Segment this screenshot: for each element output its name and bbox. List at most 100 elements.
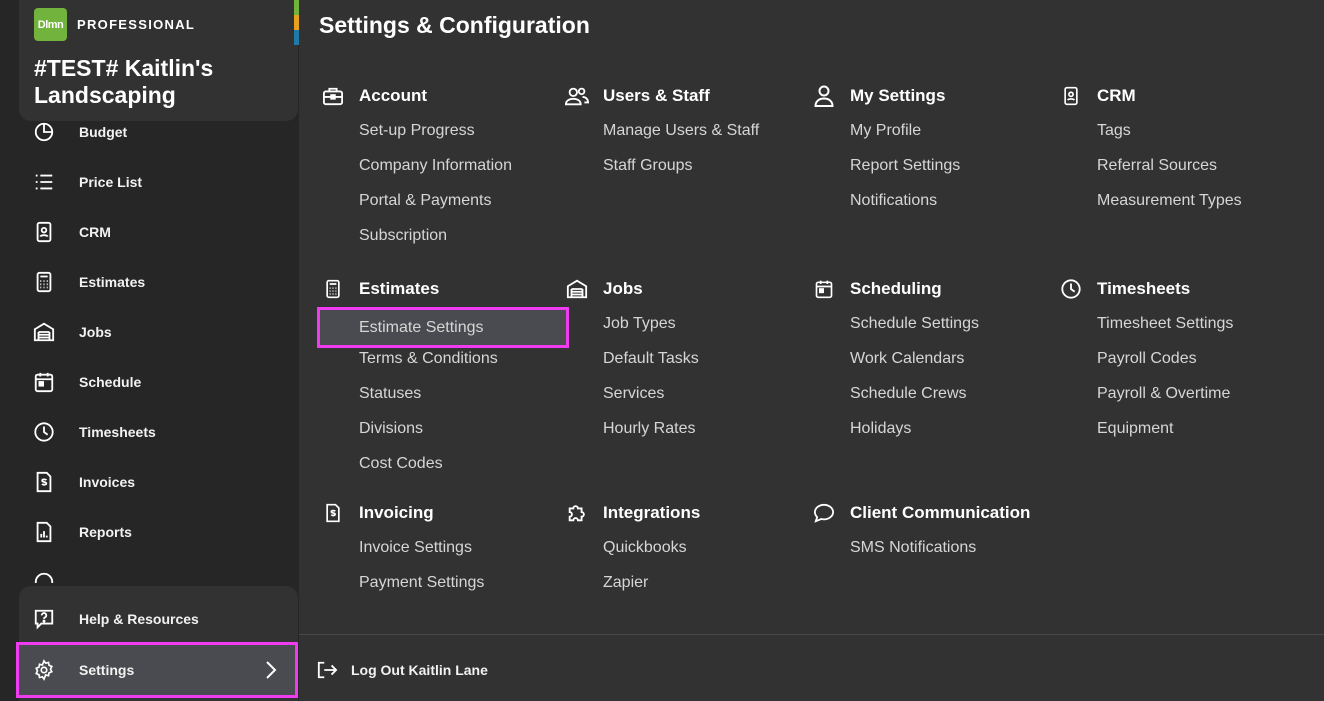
link-hourly-rates[interactable]: Hourly Rates [565,417,810,452]
section-links: Job Types Default Tasks Services Hourly … [565,312,810,452]
sidebar-item-reports[interactable]: Reports [0,507,299,557]
calculator-icon [32,270,56,294]
link-zapier[interactable]: Zapier [565,571,810,606]
section-scheduling: Scheduling Schedule Settings Work Calend… [812,277,1057,452]
section-header: Timesheets [1059,277,1304,301]
contact-card-icon [1059,84,1083,108]
section-header: Invoicing [321,501,566,525]
section-title: My Settings [850,86,946,105]
link-payroll-codes[interactable]: Payroll Codes [1059,347,1304,382]
link-payroll-overtime[interactable]: Payroll & Overtime [1059,382,1304,417]
sidebar-item-crm[interactable]: CRM [0,207,299,257]
clock-icon [1059,277,1083,301]
report-icon [32,520,56,544]
link-report-settings[interactable]: Report Settings [812,154,1057,189]
section-links: Tags Referral Sources Measurement Types [1059,119,1304,224]
section-links: Quickbooks Zapier [565,536,810,606]
section-title: Client Communication [850,503,1031,522]
help-resources-button[interactable]: Help & Resources [19,594,298,644]
link-setup-progress[interactable]: Set-up Progress [321,119,566,154]
sidebar-item-label: CRM [79,224,111,240]
section-links: Manage Users & Staff Staff Groups [565,119,810,189]
section-title: Scheduling [850,279,942,298]
link-job-types[interactable]: Job Types [565,312,810,347]
link-subscription[interactable]: Subscription [321,224,566,259]
section-estimates: Estimates Estimate Settings Terms & Cond… [317,277,569,487]
sidebar-nav: Budget Price List CRM Estimates Jobs Sch… [0,107,299,583]
sidebar-item-label: Invoices [79,474,136,490]
section-my-settings: My Settings My Profile Report Settings N… [812,84,1057,224]
link-invoice-settings[interactable]: Invoice Settings [321,536,566,571]
link-timesheet-settings[interactable]: Timesheet Settings [1059,312,1304,347]
link-divisions[interactable]: Divisions [321,417,566,452]
puzzle-icon [565,501,589,525]
link-notifications[interactable]: Notifications [812,189,1057,224]
link-schedule-settings[interactable]: Schedule Settings [812,312,1057,347]
sidebar-bottom-card: Help & Resources Settings [16,586,298,701]
brand-row: Dlmn PROFESSIONAL [34,8,195,41]
link-tags[interactable]: Tags [1059,119,1304,154]
sidebar-item-label: Budget [79,124,128,140]
sidebar-item-jobs[interactable]: Jobs [0,307,299,357]
link-referral-sources[interactable]: Referral Sources [1059,154,1304,189]
link-my-profile[interactable]: My Profile [812,119,1057,154]
section-links: Timesheet Settings Payroll Codes Payroll… [1059,312,1304,452]
list-icon [32,170,56,194]
section-title: Account [359,86,427,105]
link-payment-settings[interactable]: Payment Settings [321,571,566,606]
footer-divider [299,634,1324,635]
brand-card[interactable]: Dlmn PROFESSIONAL #TEST# Kaitlin's Lands… [19,0,298,121]
clock-icon [32,420,56,444]
sidebar-item-schedule[interactable]: Schedule [0,357,299,407]
contact-card-icon [32,220,56,244]
link-statuses[interactable]: Statuses [321,382,566,417]
strip-blue [294,30,299,45]
garage-icon [32,320,56,344]
sidebar-item-price-list[interactable]: Price List [0,157,299,207]
link-company-information[interactable]: Company Information [321,154,566,189]
link-portal-payments[interactable]: Portal & Payments [321,189,566,224]
company-logo: Dlmn [34,8,67,41]
section-links: Invoice Settings Payment Settings [321,536,566,606]
link-services[interactable]: Services [565,382,810,417]
link-quickbooks[interactable]: Quickbooks [565,536,810,571]
section-header: Client Communication [812,501,1072,525]
sidebar: Dlmn PROFESSIONAL #TEST# Kaitlin's Lands… [0,0,299,701]
calendar-icon [32,370,56,394]
sidebar-item-timesheets[interactable]: Timesheets [0,407,299,457]
link-measurement-types[interactable]: Measurement Types [1059,189,1304,224]
section-header: CRM [1059,84,1304,108]
sidebar-item-label: Jobs [79,324,112,340]
gear-icon [32,658,56,682]
logout-label: Log Out Kaitlin Lane [351,662,488,678]
section-integrations: Integrations Quickbooks Zapier [565,501,810,606]
link-equipment[interactable]: Equipment [1059,417,1304,452]
section-links: SMS Notifications [812,536,1072,571]
section-invoicing: Invoicing Invoice Settings Payment Setti… [321,501,566,606]
link-work-calendars[interactable]: Work Calendars [812,347,1057,382]
link-holidays[interactable]: Holidays [812,417,1057,452]
budget-icon [32,120,56,144]
settings-button[interactable]: Settings [16,642,298,698]
link-estimate-settings[interactable]: Estimate Settings [317,307,569,348]
strip-green [294,0,299,15]
logout-button[interactable]: Log Out Kaitlin Lane [316,657,488,683]
brand-color-strip [294,0,299,45]
link-staff-groups[interactable]: Staff Groups [565,154,810,189]
section-header: Users & Staff [565,84,810,108]
link-default-tasks[interactable]: Default Tasks [565,347,810,382]
section-client-communication: Client Communication SMS Notifications [812,501,1072,571]
sidebar-item-more[interactable] [0,557,299,583]
link-sms-notifications[interactable]: SMS Notifications [812,536,1072,571]
section-header: My Settings [812,84,1057,108]
link-terms-conditions[interactable]: Terms & Conditions [321,347,566,382]
sidebar-item-estimates[interactable]: Estimates [0,257,299,307]
section-title: Integrations [603,503,701,522]
link-schedule-crews[interactable]: Schedule Crews [812,382,1057,417]
section-header: Jobs [565,277,810,301]
section-users-staff: Users & Staff Manage Users & Staff Staff… [565,84,810,189]
link-cost-codes[interactable]: Cost Codes [321,452,566,487]
sidebar-item-invoices[interactable]: Invoices [0,457,299,507]
link-manage-users-staff[interactable]: Manage Users & Staff [565,119,810,154]
section-title: Users & Staff [603,86,710,105]
